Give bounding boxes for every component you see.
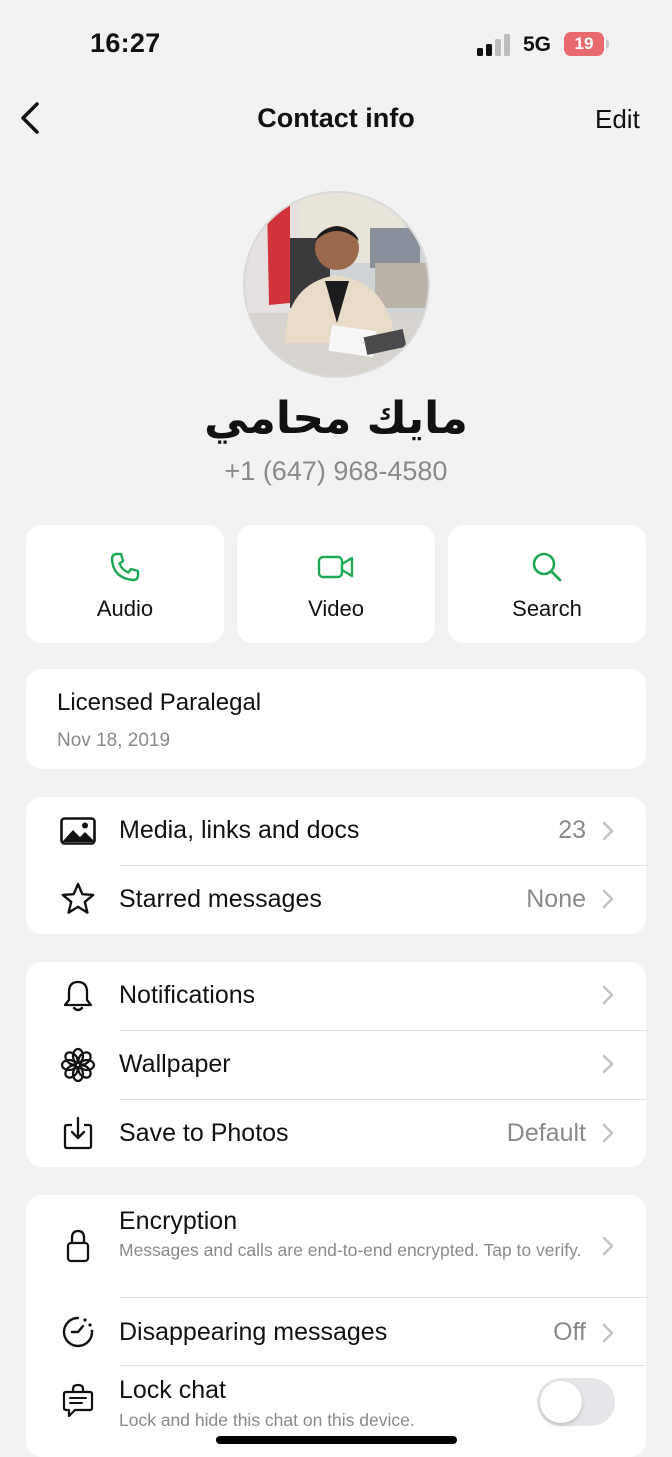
video-label: Video (308, 596, 364, 621)
notifications-row[interactable]: Notifications (26, 962, 646, 1030)
starred-value: None (526, 885, 586, 913)
chevron-right-icon (602, 1123, 614, 1143)
bell-icon (63, 980, 93, 1012)
chevron-right-icon (602, 1323, 614, 1343)
toggle-knob (540, 1381, 582, 1423)
save-to-photos-label: Save to Photos (119, 1119, 289, 1147)
battery-tip (606, 40, 609, 48)
search-label: Search (512, 596, 582, 621)
lock-icon (66, 1229, 90, 1263)
lock-chat-subtitle: Lock and hide this chat on this device. (119, 1410, 415, 1430)
media-links-docs-row[interactable]: Media, links and docs 23 (26, 797, 646, 865)
starred-messages-row[interactable]: Starred messages None (26, 866, 646, 934)
battery-icon: 19 (564, 32, 604, 56)
search-button[interactable]: Search (448, 525, 646, 643)
encryption-label: Encryption (119, 1207, 238, 1235)
contact-phone[interactable]: +1 (647) 968-4580 (0, 456, 672, 487)
disappearing-value: Off (553, 1318, 586, 1346)
disappearing-messages-row[interactable]: Disappearing messages Off (26, 1298, 646, 1365)
status-time: 16:27 (90, 28, 161, 58)
about-text: Licensed Paralegal (57, 689, 262, 716)
media-section: Media, links and docs 23 Starred message… (26, 797, 646, 934)
about-date: Nov 18, 2019 (57, 730, 171, 751)
edit-button[interactable]: Edit (595, 104, 640, 135)
save-to-photos-value: Default (506, 1119, 586, 1147)
chevron-right-icon (602, 889, 614, 909)
encryption-subtitle: Messages and calls are end-to-end encryp… (119, 1240, 582, 1260)
audio-label: Audio (96, 596, 154, 621)
search-icon (532, 552, 562, 582)
page-title: Contact info (257, 103, 415, 133)
starred-messages-label: Starred messages (119, 885, 322, 913)
wallpaper-row[interactable]: Wallpaper (26, 1031, 646, 1099)
chat-lock-icon (62, 1383, 94, 1418)
avatar[interactable] (243, 191, 430, 378)
notifications-label: Notifications (119, 981, 256, 1009)
download-icon (63, 1116, 93, 1150)
disappearing-messages-label: Disappearing messages (119, 1318, 388, 1346)
about-card[interactable] (26, 669, 646, 769)
battery-level: 19 (574, 34, 594, 53)
signal-strength-icon (477, 34, 513, 56)
home-indicator[interactable] (216, 1436, 457, 1444)
media-links-docs-label: Media, links and docs (119, 816, 360, 844)
star-icon (61, 882, 95, 914)
chevron-right-icon (602, 985, 614, 1005)
chevron-right-icon (602, 1054, 614, 1074)
phone-icon (110, 552, 140, 582)
wallpaper-label: Wallpaper (119, 1050, 231, 1078)
image-icon (60, 817, 96, 845)
network-type: 5G (523, 33, 552, 56)
settings-section: Notifications Wallpaper Save to Photos D… (26, 962, 646, 1167)
flower-icon (60, 1047, 96, 1083)
audio-call-button[interactable]: Audio (26, 525, 224, 643)
encryption-row[interactable]: Encryption Messages and calls are end-to… (26, 1195, 646, 1296)
video-icon (317, 555, 354, 579)
save-to-photos-row[interactable]: Save to Photos Default (26, 1100, 646, 1167)
chevron-right-icon (602, 1236, 614, 1256)
timer-icon (62, 1316, 94, 1348)
lock-chat-toggle[interactable] (537, 1378, 615, 1426)
chevron-right-icon (602, 821, 614, 841)
media-count: 23 (558, 816, 586, 844)
lock-chat-label: Lock chat (119, 1376, 227, 1404)
video-call-button[interactable]: Video (237, 525, 435, 643)
contact-name: مايك محامي (204, 393, 468, 444)
